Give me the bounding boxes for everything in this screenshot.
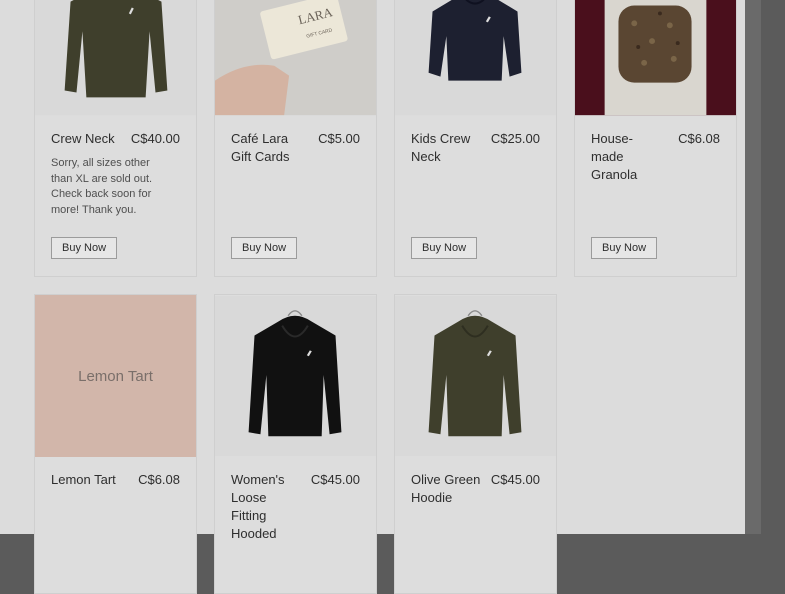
product-title[interactable]: Olive Green Hoodie xyxy=(411,471,481,507)
buy-now-button[interactable]: Buy Now xyxy=(231,237,298,259)
placeholder-image[interactable]: Lemon Tart xyxy=(35,295,196,457)
product-title[interactable]: Kids Crew Neck xyxy=(411,130,481,166)
placeholder-text: Lemon Tart xyxy=(78,367,153,385)
navy-sweatshirt-image[interactable] xyxy=(395,0,556,116)
product-title[interactable]: House-made Granola xyxy=(591,130,661,184)
product-card-womens-hooded[interactable]: Women's Loose Fitting Hooded C$45.00 xyxy=(214,294,377,594)
product-price: C$40.00 xyxy=(130,131,180,146)
product-price: C$5.00 xyxy=(318,131,360,146)
olive-hoodie-image[interactable] xyxy=(395,295,556,457)
product-card-lemon-tart[interactable]: Lemon Tart Lemon Tart C$6.08 xyxy=(34,294,197,594)
product-title[interactable]: Lemon Tart xyxy=(51,471,116,489)
granola-bag-image[interactable] xyxy=(575,0,736,116)
product-card-granola[interactable]: House-made Granola C$6.08 Buy Now xyxy=(574,0,737,277)
product-price: C$45.00 xyxy=(310,472,360,487)
product-title[interactable]: Women's Loose Fitting Hooded xyxy=(231,471,301,543)
product-price: C$6.08 xyxy=(678,131,720,146)
product-price: C$25.00 xyxy=(490,131,540,146)
buy-now-button[interactable]: Buy Now xyxy=(591,237,658,259)
black-hoodie-image[interactable] xyxy=(215,295,376,457)
product-note: Sorry, all sizes other than XL are sold … xyxy=(51,157,153,216)
product-title[interactable]: Café Lara Gift Cards xyxy=(231,130,301,166)
product-card-olive-hoodie[interactable]: Olive Green Hoodie C$45.00 xyxy=(394,294,557,594)
scrollbar[interactable] xyxy=(745,0,761,534)
olive-sweatshirt-image[interactable] xyxy=(35,0,196,116)
page-background: Crew Neck C$40.00 Sorry, all sizes other… xyxy=(0,0,745,594)
product-card-gift-cards[interactable]: LARA GIFT CARD Café Lara Gift Cards C$5.… xyxy=(214,0,377,277)
buy-now-button[interactable]: Buy Now xyxy=(51,237,118,259)
gift-card-image[interactable]: LARA GIFT CARD xyxy=(215,0,376,116)
product-title[interactable]: Crew Neck xyxy=(51,130,115,148)
product-grid: Crew Neck C$40.00 Sorry, all sizes other… xyxy=(34,0,737,594)
product-price: C$6.08 xyxy=(138,472,180,487)
product-card-crew-neck[interactable]: Crew Neck C$40.00 Sorry, all sizes other… xyxy=(34,0,197,277)
buy-now-button[interactable]: Buy Now xyxy=(411,237,478,259)
product-card-kids-crew-neck[interactable]: Kids Crew Neck C$25.00 Buy Now xyxy=(394,0,557,277)
product-price: C$45.00 xyxy=(490,472,540,487)
